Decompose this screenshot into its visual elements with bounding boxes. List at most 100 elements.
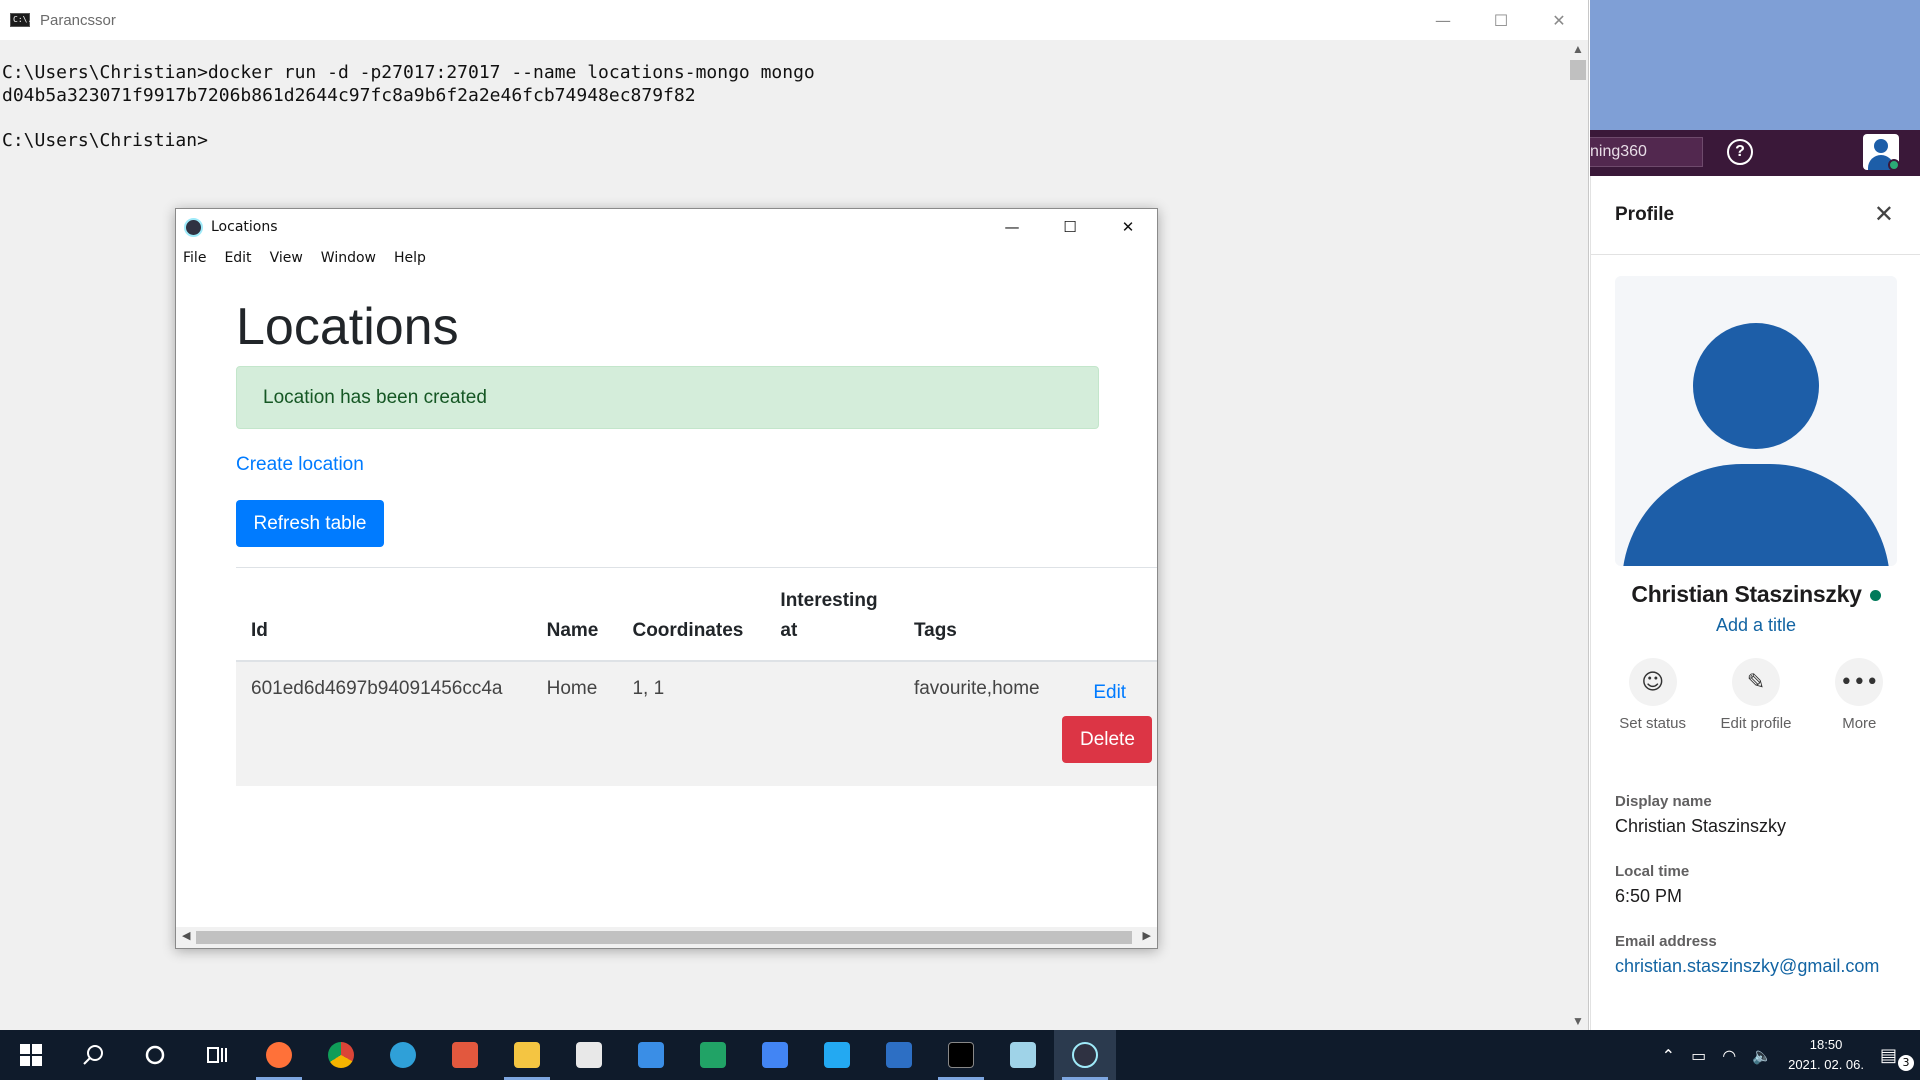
minimize-button[interactable]: —: [983, 209, 1041, 245]
search-button[interactable]: [62, 1030, 124, 1080]
profile-avatar: [1615, 276, 1897, 566]
menu-file[interactable]: File: [183, 250, 206, 266]
menu-edit[interactable]: Edit: [224, 250, 251, 266]
locations-window[interactable]: Locations — ☐ ✕ File Edit View Window He…: [175, 208, 1158, 949]
edit-profile-button[interactable]: ✎ Edit profile: [1706, 658, 1806, 732]
cell-name: Home: [546, 678, 598, 699]
folder-icon: [514, 1042, 540, 1068]
table-header-row: Id Name Coordinates Interesting at Tags: [236, 567, 1157, 661]
taskbar-app-firefox[interactable]: [248, 1030, 310, 1080]
help-icon[interactable]: ?: [1727, 139, 1753, 165]
cortana-button[interactable]: [124, 1030, 186, 1080]
start-button[interactable]: [0, 1030, 62, 1080]
menu-help[interactable]: Help: [394, 250, 426, 266]
column-header-interesting-at: Interesting at: [780, 590, 878, 641]
console-line: C:\Users\Christian>: [2, 129, 208, 151]
console-output[interactable]: C:\Users\Christian>docker run -d -p27017…: [0, 40, 1588, 152]
console-maximize-button[interactable]: ☐: [1472, 0, 1530, 40]
refresh-table-button[interactable]: Refresh table: [236, 500, 384, 547]
add-title-link[interactable]: Add a title: [1591, 615, 1920, 636]
close-icon[interactable]: ✕: [1874, 200, 1894, 228]
taskbar-app-store[interactable]: [558, 1030, 620, 1080]
doublecommander-icon: [452, 1042, 478, 1068]
profile-title: Profile: [1615, 204, 1675, 225]
email-link[interactable]: christian.staszinszky@gmail.com: [1615, 956, 1879, 977]
maximize-button[interactable]: ☐: [1041, 209, 1099, 245]
horizontal-scrollbar[interactable]: ◀ ▶: [176, 927, 1157, 948]
column-header-id: Id: [251, 620, 268, 641]
pencil-icon: ✎: [1731, 658, 1780, 706]
more-button[interactable]: ••• More: [1809, 658, 1909, 732]
console-title: Parancssor: [40, 11, 116, 29]
locations-table: Id Name Coordinates Interesting at Tags …: [236, 567, 1157, 786]
workspace-search-input[interactable]: ning360: [1590, 137, 1703, 167]
console-line: C:\Users\Christian>docker run -d -p27017…: [2, 62, 815, 83]
profile-name: Christian Staszinszky: [1631, 581, 1862, 607]
taskbar-app-vscode[interactable]: [806, 1030, 868, 1080]
menu-window[interactable]: Window: [321, 250, 376, 266]
taskbar-app-cmd[interactable]: [930, 1030, 992, 1080]
taskbar-app-sheets[interactable]: [682, 1030, 744, 1080]
task-view-icon: [207, 1047, 227, 1063]
battery-icon[interactable]: ▭: [1691, 1046, 1706, 1065]
taskbar-app-electron[interactable]: [1054, 1030, 1116, 1080]
profile-actions: ☺ Set status ✎ Edit profile ••• More: [1591, 658, 1920, 732]
task-view-button[interactable]: [186, 1030, 248, 1080]
scroll-up-icon[interactable]: ▲: [1572, 42, 1584, 56]
taskbar-app-file-explorer[interactable]: [496, 1030, 558, 1080]
scroll-right-icon[interactable]: ▶: [1143, 929, 1151, 942]
cmd-icon: [948, 1042, 974, 1068]
console-scroll-thumb[interactable]: [1570, 60, 1586, 80]
taskbar-app-mail[interactable]: [620, 1030, 682, 1080]
scroll-left-icon[interactable]: ◀: [182, 929, 190, 942]
column-header-tags: Tags: [913, 620, 957, 641]
system-tray: ⌃ ▭ ◠ 🔈 18:50 2021. 02. 06. ▤ 3: [1654, 1030, 1920, 1080]
cell-id: 601ed6d4697b94091456cc4a: [251, 678, 503, 699]
taskbar-app-doublecommander[interactable]: [434, 1030, 496, 1080]
volume-icon[interactable]: 🔈: [1752, 1046, 1772, 1065]
console-minimize-button[interactable]: —: [1414, 0, 1472, 40]
desktop-background: [1590, 0, 1920, 130]
console-close-button[interactable]: ✕: [1530, 0, 1588, 40]
edit-link[interactable]: Edit: [1062, 682, 1157, 704]
table-row: 601ed6d4697b94091456cc4a Home 1, 1 favou…: [236, 661, 1157, 786]
smiley-icon: ☺: [1628, 658, 1677, 706]
cell-interesting-at: [765, 661, 899, 786]
delete-button[interactable]: Delete: [1062, 716, 1153, 763]
more-label: More: [1842, 715, 1877, 732]
clock-time: 18:50: [1809, 1037, 1843, 1052]
console-scrollbar[interactable]: ▲ ▼: [1568, 40, 1588, 1030]
electron-icon: [1072, 1042, 1098, 1068]
email-label: Email address: [1615, 933, 1717, 950]
horizontal-scroll-thumb[interactable]: [196, 931, 1132, 944]
notepad-icon: [1010, 1042, 1036, 1068]
create-location-link[interactable]: Create location: [236, 454, 364, 476]
taskbar-app-notepad[interactable]: [992, 1030, 1054, 1080]
scroll-down-icon[interactable]: ▼: [1572, 1014, 1584, 1028]
search-icon: [83, 1045, 103, 1065]
menu-view[interactable]: View: [270, 250, 303, 266]
chevron-up-icon[interactable]: ⌃: [1662, 1046, 1675, 1065]
set-status-button[interactable]: ☺ Set status: [1603, 658, 1703, 732]
close-button[interactable]: ✕: [1099, 209, 1157, 245]
edit-profile-label: Edit profile: [1720, 715, 1792, 732]
taskbar-app-edge[interactable]: [372, 1030, 434, 1080]
clock[interactable]: 18:50 2021. 02. 06.: [1788, 1035, 1864, 1075]
notification-badge: 3: [1898, 1054, 1914, 1071]
notification-button[interactable]: ▤ 3: [1880, 1045, 1920, 1071]
cortana-icon: [145, 1045, 165, 1065]
powershell-icon: [886, 1042, 912, 1068]
console-titlebar[interactable]: C:\. Parancssor — ☐ ✕: [0, 0, 1588, 40]
sheets-icon: [700, 1042, 726, 1068]
vscode-icon: [824, 1042, 850, 1068]
taskbar-app-chrome[interactable]: [310, 1030, 372, 1080]
locations-titlebar[interactable]: Locations — ☐ ✕: [176, 209, 1157, 245]
edge-icon: [390, 1042, 416, 1068]
wifi-icon[interactable]: ◠: [1722, 1046, 1736, 1065]
taskbar-app-powershell[interactable]: [868, 1030, 930, 1080]
taskbar-app-docs[interactable]: [744, 1030, 806, 1080]
cell-coordinates: 1, 1: [632, 678, 665, 699]
local-time-label: Local time: [1615, 863, 1690, 880]
firefox-icon: [266, 1042, 292, 1068]
